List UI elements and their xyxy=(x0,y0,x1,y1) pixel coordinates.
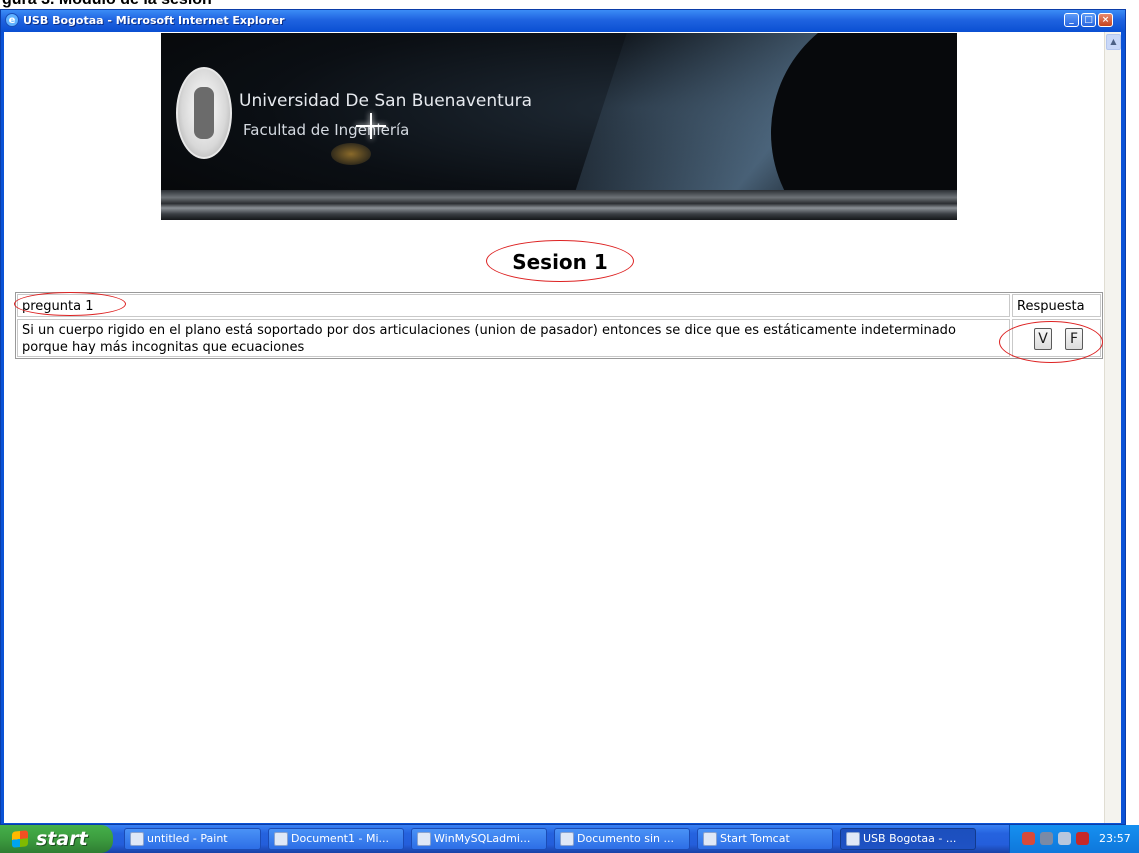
window-title: USB Bogotaa - Microsoft Internet Explore… xyxy=(23,14,285,27)
minimize-button[interactable]: _ xyxy=(1064,13,1079,27)
taskbar-item-label: untitled - Paint xyxy=(147,832,228,845)
taskbar-item-label: USB Bogotaa - ... xyxy=(863,832,957,845)
vertical-scrollbar[interactable]: ▲ xyxy=(1104,32,1121,823)
answer-header: Respuesta xyxy=(1017,299,1085,314)
browser-window: e USB Bogotaa - Microsoft Internet Explo… xyxy=(0,9,1126,825)
question-text-cell: Si un cuerpo rigido en el plano está sop… xyxy=(17,319,1010,357)
maximize-button[interactable]: □ xyxy=(1081,13,1096,27)
close-button[interactable]: × xyxy=(1098,13,1113,27)
question-text: Si un cuerpo rigido en el plano está sop… xyxy=(22,323,956,355)
taskbar-item-paint[interactable]: untitled - Paint xyxy=(124,828,261,850)
sql-icon xyxy=(417,832,431,846)
taskbar-item-label: Document1 - Mi... xyxy=(291,832,389,845)
university-banner: Universidad De San Buenaventura Facultad… xyxy=(161,33,957,220)
session-title-annotation: Sesion 1 xyxy=(486,240,634,282)
tray-utility-icon[interactable] xyxy=(1058,832,1071,845)
title-bar[interactable]: e USB Bogotaa - Microsoft Internet Explo… xyxy=(1,10,1125,32)
session-title: Sesion 1 xyxy=(512,250,608,274)
taskbar-item-label: Documento sin ... xyxy=(577,832,674,845)
tomcat-icon xyxy=(703,832,717,846)
clock[interactable]: 23:57 xyxy=(1099,832,1131,845)
question-label-annotation xyxy=(14,292,126,316)
taskbar-item-sql[interactable]: WinMySQLadmi... xyxy=(411,828,547,850)
taskbar-item-usb-bogotaa[interactable]: USB Bogotaa - ... xyxy=(840,828,976,850)
banner-sparkle-v xyxy=(370,113,372,139)
ie-icon xyxy=(846,832,860,846)
question-header-cell: pregunta 1 xyxy=(14,292,1010,317)
system-tray: 23:57 xyxy=(1009,825,1139,853)
tray-app-icon[interactable] xyxy=(1022,832,1035,845)
taskbar-item-word[interactable]: Document1 - Mi... xyxy=(268,828,404,850)
university-name: Universidad De San Buenaventura xyxy=(239,91,533,111)
network-icon[interactable] xyxy=(1040,832,1053,845)
faculty-name: Facultad de Ingeniería xyxy=(243,121,410,139)
banner-stripes xyxy=(161,190,957,220)
banner-glow xyxy=(331,143,371,165)
internet-explorer-icon: e xyxy=(5,13,19,27)
answer-buttons-annotation xyxy=(999,321,1103,363)
question-table: pregunta 1 Respuesta Si un cuerpo rigido… xyxy=(14,292,1103,363)
taskbar: start untitled - Paint Document1 - Mi...… xyxy=(0,825,1139,853)
page-content: Universidad De San Buenaventura Facultad… xyxy=(4,32,1121,823)
taskbar-item-tomcat[interactable]: Start Tomcat xyxy=(697,828,833,850)
university-seal-icon xyxy=(176,67,232,159)
paint-icon xyxy=(130,832,144,846)
ie-icon xyxy=(560,832,574,846)
start-label: start xyxy=(36,828,88,850)
document-caption-text: gura 3. Modulo de la sesión xyxy=(2,0,212,9)
start-button[interactable]: start xyxy=(0,825,113,853)
taskbar-item-documento[interactable]: Documento sin ... xyxy=(554,828,690,850)
windows-logo-icon xyxy=(12,830,28,848)
tray-m-icon[interactable] xyxy=(1076,832,1089,845)
scroll-up-icon[interactable]: ▲ xyxy=(1106,34,1121,50)
word-icon xyxy=(274,832,288,846)
answer-header-cell: Respuesta xyxy=(1012,294,1101,317)
taskbar-item-label: Start Tomcat xyxy=(720,832,790,845)
taskbar-item-label: WinMySQLadmi... xyxy=(434,832,531,845)
